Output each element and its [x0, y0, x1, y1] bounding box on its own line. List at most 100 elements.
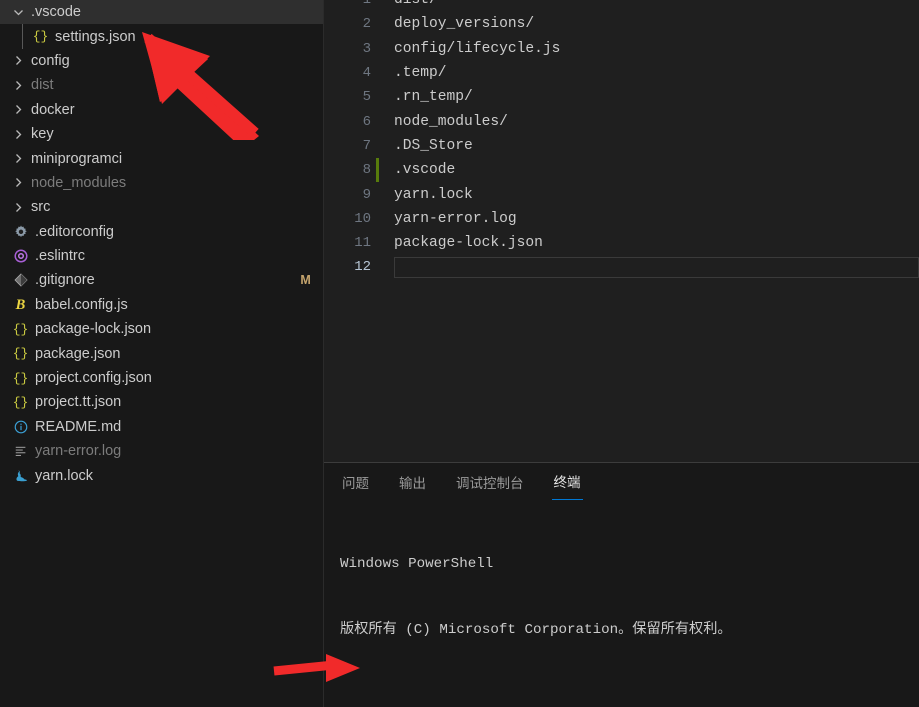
tree-item-dist[interactable]: dist	[0, 73, 323, 97]
tree-item-gitignore[interactable]: .gitignore M	[0, 268, 323, 292]
terminal-line-powershell-title: Windows PowerShell	[340, 555, 494, 572]
code-text: deploy_versions/	[394, 16, 535, 33]
tree-item-yarn-lock[interactable]: yarn.lock	[0, 463, 323, 487]
line-number: 1	[362, 0, 371, 9]
line-number: 2	[362, 16, 371, 33]
line-number: 7	[362, 137, 371, 154]
tree-item-node-modules[interactable]: node_modules	[0, 171, 323, 195]
tree-item-package-json[interactable]: {} package.json	[0, 341, 323, 365]
tree-item-miniprogramci[interactable]: miniprogramci	[0, 146, 323, 170]
babel-icon: B	[15, 296, 26, 313]
gear-icon	[10, 225, 31, 239]
tree-item-label: dist	[31, 77, 54, 94]
line-number: 10	[354, 210, 371, 227]
tree-item-label: key	[31, 126, 54, 143]
json-braces-icon: {}	[12, 394, 29, 410]
tree-item-eslintrc[interactable]: .eslintrc	[0, 244, 323, 268]
code-line[interactable]: 7 .DS_Store	[324, 134, 919, 158]
bottom-panel[interactable]: 问题 输出 调试控制台 终端 Windows PowerShell 版权所有 (C) …	[324, 462, 919, 707]
chevron-right-icon[interactable]	[10, 80, 27, 91]
code-text: .rn_temp/	[394, 89, 473, 106]
current-line-highlight	[394, 257, 919, 279]
code-text: .vscode	[394, 162, 456, 179]
code-text: .DS_Store	[394, 137, 473, 154]
code-line[interactable]: 8 .vscode	[324, 158, 919, 183]
tree-item-babel-config-js[interactable]: Bbabel.config.js	[0, 293, 323, 317]
git-diamond-icon	[10, 273, 31, 288]
tree-item-label: src	[31, 199, 51, 216]
tree-item-label: .eslintrc	[35, 248, 85, 265]
chevron-right-icon[interactable]	[10, 177, 27, 188]
tree-item-package-lock-json[interactable]: {} package-lock.json	[0, 317, 323, 341]
chevron-right-icon[interactable]	[10, 202, 27, 213]
tree-item-label: package-lock.json	[35, 321, 152, 338]
tree-item-config[interactable]: config	[0, 49, 323, 73]
editor-lines[interactable]: 1 dist/2 deploy_versions/3 config/lifecycle…	[324, 0, 919, 280]
code-editor[interactable]: 1 dist/2 deploy_versions/3 config/lifecycle…	[324, 0, 919, 462]
chevron-right-icon[interactable]	[10, 153, 27, 164]
tree-item-label: project.config.json	[35, 370, 152, 387]
tree-item-src[interactable]: src	[0, 195, 323, 219]
tree-item-yarn-error-log[interactable]: yarn-error.log	[0, 439, 323, 463]
tree-item-key[interactable]: key	[0, 122, 323, 146]
code-line[interactable]: 9 yarn.lock	[324, 182, 919, 206]
vscode-window: .vscode {} settings.json config dist docker ke…	[0, 0, 919, 707]
tree-item-label: yarn.lock	[35, 467, 94, 484]
modified-line-indicator	[376, 158, 379, 183]
json-braces-icon: {}	[32, 29, 49, 45]
tree-item-editorconfig[interactable]: .editorconfig	[0, 220, 323, 244]
indent-guide	[22, 24, 23, 49]
line-number: 6	[362, 113, 371, 130]
json-braces-icon: {}	[12, 370, 29, 386]
tree-item-label: docker	[31, 101, 75, 118]
terminal-line-copyright: 版权所有 (C) Microsoft Corporation。保留所有权利。	[340, 622, 732, 639]
code-line[interactable]: 3 config/lifecycle.js	[324, 37, 919, 61]
info-circle-icon	[10, 420, 31, 434]
tree-item-readme-md[interactable]: README.md	[0, 415, 323, 439]
panel-tab-problems[interactable]: 问题	[340, 463, 371, 500]
code-text: dist/	[394, 0, 438, 9]
eslint-circle-icon	[10, 249, 31, 263]
chevron-right-icon[interactable]	[10, 104, 27, 115]
tree-item-docker[interactable]: docker	[0, 98, 323, 122]
tree-item-label: babel.config.js	[35, 296, 128, 313]
panel-tab-output[interactable]: 输出	[397, 463, 428, 500]
line-number: 11	[354, 235, 371, 252]
tree-item-label: yarn-error.log	[35, 443, 122, 460]
tree-item-label: project.tt.json	[35, 394, 122, 411]
line-number: 8	[362, 162, 371, 179]
line-number: 4	[362, 65, 371, 82]
code-text: yarn-error.log	[394, 210, 517, 227]
panel-tab-debug-console[interactable]: 调试控制台	[454, 463, 526, 500]
code-line[interactable]: 11 package-lock.json	[324, 231, 919, 255]
tree-item-label: .vscode	[31, 4, 81, 21]
code-line[interactable]: 2 deploy_versions/	[324, 12, 919, 36]
code-line[interactable]: 6 node_modules/	[324, 109, 919, 133]
code-line[interactable]: 5 .rn_temp/	[324, 85, 919, 109]
tree-item-vscode[interactable]: .vscode	[0, 0, 323, 25]
code-line[interactable]: 1 dist/	[324, 0, 919, 12]
tree-item-settings-json[interactable]: {} settings.json	[0, 24, 323, 49]
yarn-cat-icon	[10, 469, 31, 483]
json-braces-icon: {}	[12, 346, 29, 362]
code-text: package-lock.json	[394, 235, 543, 252]
code-line[interactable]: 4 .temp/	[324, 61, 919, 85]
tree-item-project-config-json[interactable]: {} project.config.json	[0, 366, 323, 390]
chevron-right-icon[interactable]	[10, 55, 27, 66]
chevron-right-icon[interactable]	[10, 129, 27, 140]
line-number: 3	[362, 40, 371, 57]
explorer-sidebar[interactable]: .vscode {} settings.json config dist docker ke…	[0, 0, 324, 707]
chevron-down-icon[interactable]	[10, 7, 27, 18]
code-line[interactable]: 10 yarn-error.log	[324, 207, 919, 231]
log-lines-icon	[10, 444, 31, 458]
panel-tab-terminal[interactable]: 终端	[551, 463, 583, 500]
tree-item-project-tt-json[interactable]: {} project.tt.json	[0, 390, 323, 414]
panel-tab-bar[interactable]: 问题 输出 调试控制台 终端	[324, 463, 919, 500]
code-text: node_modules/	[394, 113, 508, 130]
line-number: 12	[354, 259, 371, 276]
tree-item-label: settings.json	[55, 28, 136, 45]
file-tree[interactable]: .vscode {} settings.json config dist docker ke…	[0, 0, 323, 488]
terminal-output[interactable]: Windows PowerShell 版权所有 (C) Microsoft Co…	[324, 500, 919, 707]
code-line[interactable]: 12	[324, 255, 919, 279]
